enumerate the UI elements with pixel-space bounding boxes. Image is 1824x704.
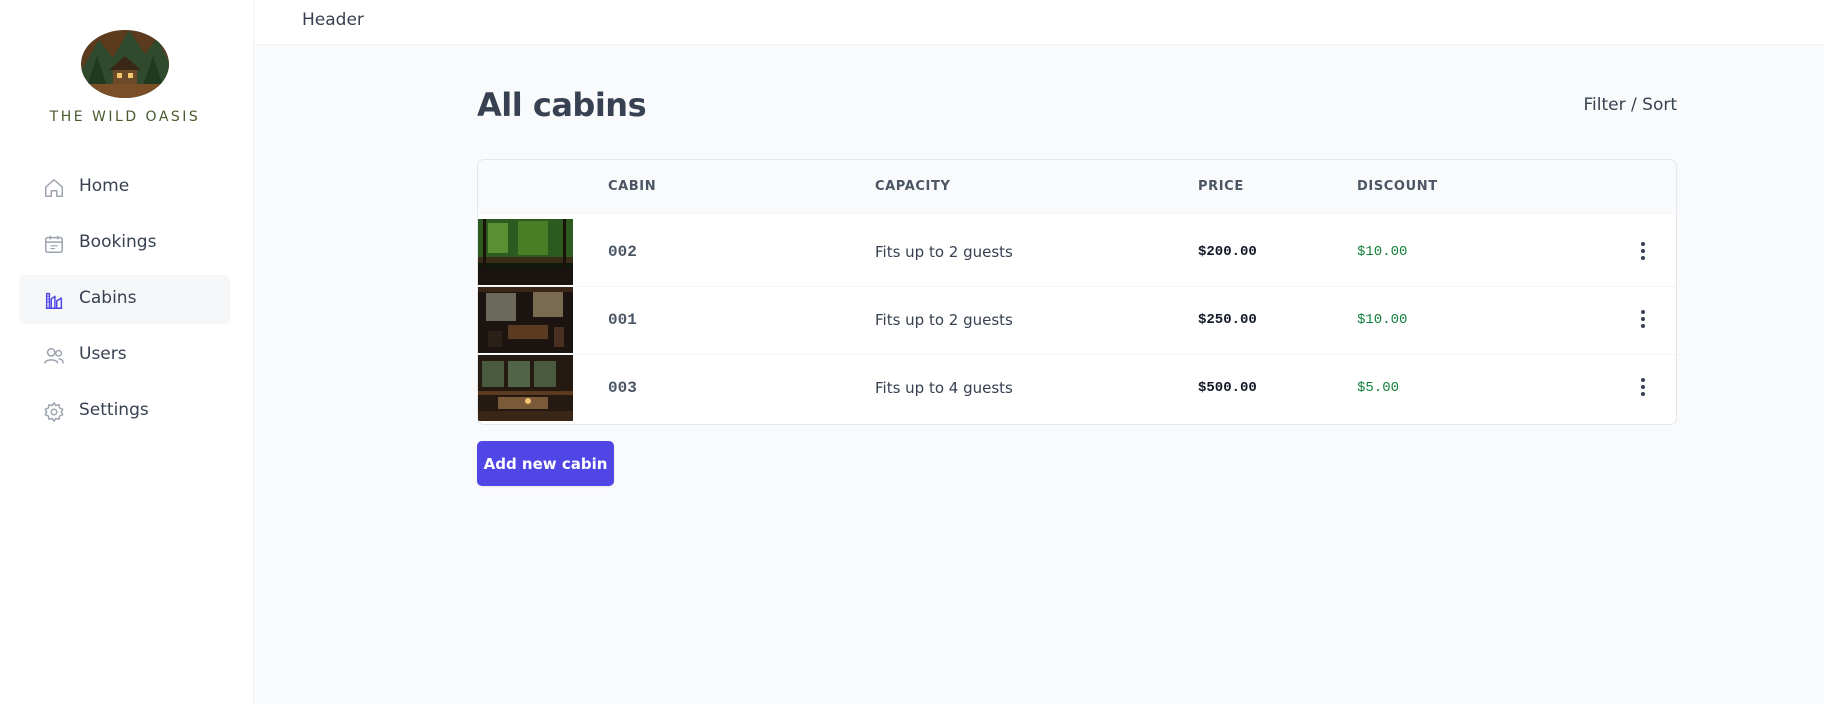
cabin-capacity: Fits up to 2 guests [875, 311, 1013, 329]
header-text: Header [302, 10, 364, 30]
sidebar-item-settings[interactable]: Settings [19, 387, 230, 436]
sidebar-item-bookings[interactable]: Bookings [19, 219, 230, 268]
cabin-capacity: Fits up to 2 guests [875, 243, 1013, 261]
cabins-icon [43, 289, 65, 311]
cabin-discount: $10.00 [1357, 244, 1408, 260]
main-nav: Home Bookings Cabins Users Settings [19, 163, 230, 443]
row-menu-button[interactable] [1633, 239, 1653, 265]
cabin-discount: $5.00 [1357, 380, 1400, 396]
add-new-cabin-button[interactable]: Add new cabin [477, 441, 614, 486]
table-row: 003 Fits up to 4 guests $500.00 $5.00 [478, 355, 1676, 423]
sidebar-item-label: Settings [79, 400, 149, 420]
cabin-capacity: Fits up to 4 guests [875, 379, 1013, 397]
gear-icon [43, 401, 65, 423]
sidebar-item-label: Home [79, 176, 130, 196]
filter-sort: Filter / Sort [1583, 95, 1677, 115]
table-row: 001 Fits up to 2 guests $250.00 $10.00 [478, 287, 1676, 355]
top-header: Header [255, 0, 1824, 45]
cabin-price: $200.00 [1198, 244, 1257, 260]
sidebar: THE WILD OASIS Home Bookings Cabins User… [0, 0, 254, 704]
page-title: All cabins [477, 86, 647, 124]
cabin-price: $250.00 [1198, 312, 1257, 328]
table-header: CABIN CAPACITY PRICE DISCOUNT [478, 160, 1676, 214]
row-menu-button[interactable] [1633, 375, 1653, 401]
calendar-icon [43, 233, 65, 255]
logo [79, 26, 171, 98]
cabin-image [478, 355, 573, 421]
cabin-name: 002 [608, 243, 637, 261]
column-header-discount: DISCOUNT [1357, 179, 1438, 194]
cabin-price: $500.00 [1198, 380, 1257, 396]
sidebar-item-home[interactable]: Home [19, 163, 230, 212]
column-header-capacity: CAPACITY [875, 179, 951, 194]
sidebar-item-label: Bookings [79, 232, 157, 252]
cabins-table: CABIN CAPACITY PRICE DISCOUNT 002 Fits u… [477, 159, 1677, 425]
home-icon [43, 177, 65, 199]
row-menu-button[interactable] [1633, 307, 1653, 333]
cabin-name: 001 [608, 311, 637, 329]
column-header-cabin: CABIN [608, 179, 657, 194]
sidebar-item-users[interactable]: Users [19, 331, 230, 380]
sidebar-item-label: Cabins [79, 288, 137, 308]
table-row: 002 Fits up to 2 guests $200.00 $10.00 [478, 219, 1676, 287]
users-icon [43, 345, 65, 367]
cabin-image [478, 219, 573, 285]
sidebar-item-cabins[interactable]: Cabins [19, 275, 230, 324]
column-header-price: PRICE [1198, 179, 1244, 194]
cabin-discount: $10.00 [1357, 312, 1408, 328]
brand-name: THE WILD OASIS [49, 109, 201, 125]
sidebar-item-label: Users [79, 344, 127, 364]
cabin-image [478, 287, 573, 353]
cabin-name: 003 [608, 379, 637, 397]
